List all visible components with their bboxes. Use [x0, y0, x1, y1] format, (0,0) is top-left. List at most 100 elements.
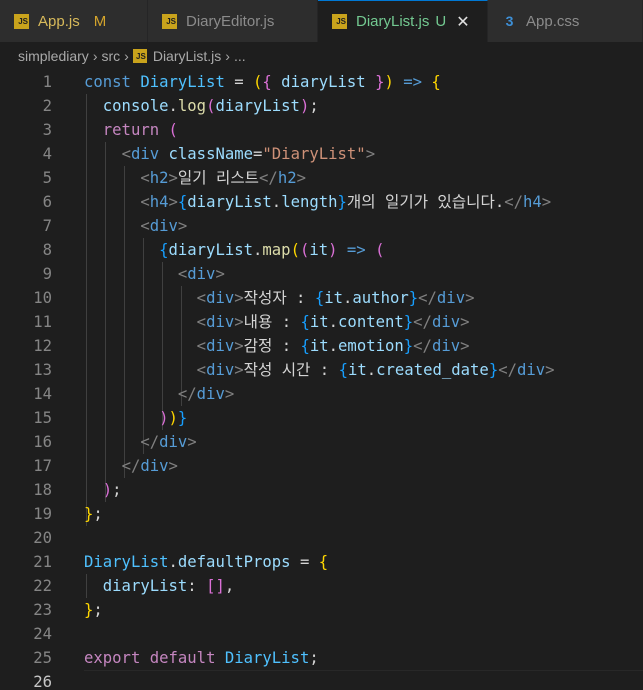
code-token: diaryList [102, 577, 188, 595]
code-line[interactable]: 17 </div> [0, 454, 643, 478]
code-line[interactable]: 26 [0, 670, 643, 690]
line-number: 15 [33, 409, 52, 427]
code-token: > [177, 217, 188, 235]
code-line[interactable]: 2 console.log(diaryList); [0, 94, 643, 118]
code-token: export [84, 649, 141, 667]
code-line[interactable]: 15 ))} [0, 406, 643, 430]
code-line[interactable]: 3 return ( [0, 118, 643, 142]
code-token: div [436, 289, 466, 307]
code-token: DiaryList [140, 73, 225, 91]
code-token: ; [309, 649, 319, 667]
code-line[interactable]: 4 <div className="DiaryList"> [0, 142, 643, 166]
code-line[interactable]: 23}; [0, 598, 643, 622]
code-token: { [318, 553, 329, 571]
code-token: = [224, 73, 254, 91]
code-token: </ [504, 193, 523, 211]
line-code: }; [84, 502, 103, 526]
line-code: <div> [84, 262, 225, 286]
line-code: DiaryList.defaultProps = { [84, 550, 328, 574]
line-number: 3 [42, 121, 52, 139]
code-token: > [234, 337, 244, 355]
code-token: < [196, 337, 207, 355]
code-line[interactable]: 1 const DiaryList = ({ diaryList }) => { [0, 70, 643, 94]
code-token: </ [418, 289, 437, 307]
code-token: div [206, 337, 235, 355]
code-token: . [168, 553, 178, 571]
code-editor[interactable]: 1 const DiaryList = ({ diaryList }) => {2… [0, 70, 643, 690]
code-token: div [187, 265, 216, 283]
code-line[interactable]: 5 <h2>일기 리스트</h2> [0, 166, 643, 190]
code-line[interactable]: 9 <div> [0, 262, 643, 286]
close-icon[interactable]: ✕ [456, 12, 469, 32]
breadcrumb-item[interactable]: src [101, 48, 120, 64]
tab-app-js[interactable]: JS App.js M [0, 0, 148, 42]
code-line[interactable]: 6 <h4>{diaryList.length}개의 일기가 있습니다.</h4… [0, 190, 643, 214]
line-code: <div>감정 : {it.emotion}</div> [84, 334, 470, 358]
code-line[interactable]: 22 diaryList: [], [0, 574, 643, 598]
code-token: DiaryList [84, 553, 169, 571]
code-token: > [541, 193, 552, 211]
code-token: => [337, 241, 366, 259]
code-token: > [168, 169, 178, 187]
code-line[interactable]: 8 {diaryList.map((it) => ( [0, 238, 643, 262]
code-token: } [84, 601, 94, 619]
tab-label: App.css [526, 12, 580, 30]
code-token: ) [299, 97, 310, 115]
code-token: ( [375, 241, 385, 259]
code-line[interactable]: 7 <div> [0, 214, 643, 238]
code-token: > [365, 145, 376, 163]
git-status-badge: M [93, 12, 107, 30]
code-token: ( [299, 241, 310, 259]
code-line[interactable]: 19}; [0, 502, 643, 526]
tab-app-css[interactable]: 3 App.css [488, 0, 643, 42]
code-token: < [177, 265, 188, 283]
code-token: </ [259, 169, 278, 187]
code-token: author [352, 289, 409, 307]
code-token: it [309, 313, 329, 331]
code-line[interactable]: 11 <div>내용 : {it.content}</div> [0, 310, 643, 334]
breadcrumb-item[interactable]: ... [234, 48, 246, 64]
code-line[interactable]: 25 export default DiaryList; [0, 646, 643, 670]
code-line[interactable]: 21 DiaryList.defaultProps = { [0, 550, 643, 574]
code-token: < [196, 289, 207, 307]
code-line[interactable]: 18 ); [0, 478, 643, 502]
line-code: {diaryList.map((it) => ( [84, 238, 384, 262]
code-token: created_date [376, 361, 489, 379]
line-number: 11 [33, 313, 52, 331]
code-line[interactable]: 14 </div> [0, 382, 643, 406]
line-number: 26 [33, 673, 52, 690]
code-token: diaryList [187, 193, 272, 211]
tab-diaryeditor-js[interactable]: JS DiaryEditor.js [148, 0, 318, 42]
breadcrumb-item[interactable]: simplediary [18, 48, 89, 64]
breadcrumb-item[interactable]: DiaryList.js [153, 48, 221, 64]
code-token: ( [290, 241, 300, 259]
code-token: } [403, 313, 414, 331]
js-icon: JS [14, 13, 29, 29]
code-line[interactable]: 12 <div>감정 : {it.emotion}</div> [0, 334, 643, 358]
line-code: <div>작성 시간 : {it.created_date}</div> [84, 358, 555, 382]
code-token: : [187, 577, 207, 595]
code-token: > [460, 337, 470, 355]
tab-diarylist-js[interactable]: JS DiaryList.js U ✕ [318, 0, 488, 42]
line-number: 21 [33, 553, 52, 571]
code-token: return [102, 121, 160, 139]
code-line[interactable]: 16 </div> [0, 430, 643, 454]
code-line[interactable]: 24 [0, 622, 643, 646]
code-token: 내용 : [243, 313, 301, 331]
code-token: } [488, 361, 499, 379]
code-token: div [159, 433, 188, 451]
code-token: ; [309, 97, 319, 115]
code-line[interactable]: 10 <div>작성자 : {it.author}</div> [0, 286, 643, 310]
code-token: div [140, 457, 169, 475]
code-token: h4 [149, 193, 169, 211]
code-line[interactable]: 20 [0, 526, 643, 550]
code-token: . [328, 313, 339, 331]
code-line[interactable]: 13 <div>작성 시간 : {it.created_date}</div> [0, 358, 643, 382]
